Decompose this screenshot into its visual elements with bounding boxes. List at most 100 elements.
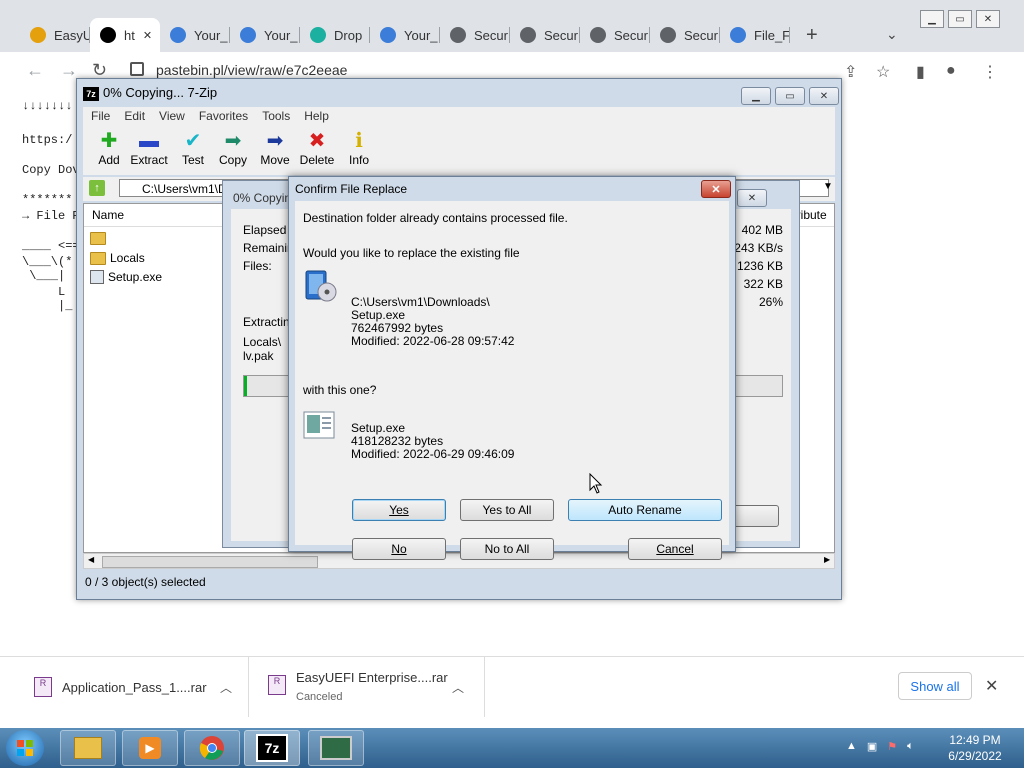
share-icon[interactable]: ⇪	[844, 62, 857, 82]
tab-9[interactable]: Secur	[650, 18, 720, 52]
dropdown-arrow-icon[interactable]: ▼	[823, 181, 833, 192]
system-tray: ▲ ▣ ⚑ 🔈︎	[846, 740, 914, 753]
existing-file-size: 762467992 bytes	[351, 321, 444, 335]
download-item[interactable]: R Application_Pass_1....rar ︿	[0, 657, 249, 717]
menu-file[interactable]: File	[91, 109, 110, 123]
tab-6[interactable]: Secur	[440, 18, 510, 52]
tab-5[interactable]: Your_	[370, 18, 440, 52]
tab-close-icon[interactable]: ✕	[143, 29, 152, 42]
tab-3[interactable]: Your_	[230, 18, 300, 52]
close-icon[interactable]: ✕	[976, 10, 1000, 28]
clock[interactable]: 12:49 PM 6/29/2022	[940, 732, 1010, 764]
minimize-icon[interactable]: ▁	[741, 87, 771, 105]
scroll-left-icon[interactable]: ◀	[88, 555, 94, 564]
tab-favicon-icon	[520, 27, 536, 43]
download-item[interactable]: R EasyUEFI Enterprise....rar Canceled ︿	[248, 657, 485, 717]
tab-10[interactable]: File_F	[720, 18, 790, 52]
tab-favicon-icon	[730, 27, 746, 43]
tray-expand-icon[interactable]: ▲	[846, 740, 857, 753]
side-panel-icon[interactable]: ▮	[916, 62, 925, 82]
chevron-up-icon[interactable]: ︿	[452, 679, 464, 696]
taskbar-explorer[interactable]	[60, 730, 116, 766]
volume-icon[interactable]: 🔈︎	[907, 740, 914, 753]
scroll-right-icon[interactable]: ▶	[824, 555, 830, 564]
menu-help[interactable]: Help	[304, 109, 329, 123]
yes-to-all-button[interactable]: Yes to All	[460, 499, 554, 521]
list-item[interactable]	[90, 232, 110, 245]
taskbar-media-player[interactable]: ▶	[122, 730, 178, 766]
auto-rename-button[interactable]: Auto Rename	[568, 499, 722, 521]
horizontal-scrollbar[interactable]: ◀ ▶	[83, 553, 835, 569]
close-icon[interactable]: ✕	[737, 189, 767, 207]
chevron-up-icon[interactable]: ︿	[220, 679, 232, 696]
show-all-button[interactable]: Show all	[898, 672, 972, 700]
yes-button[interactable]: Yes	[352, 499, 446, 521]
action-center-icon[interactable]: ⚑	[887, 740, 897, 753]
rar-file-icon: R	[268, 675, 286, 695]
existing-file-path: C:\Users\vm1\Downloads\	[351, 295, 490, 309]
close-icon[interactable]: ✕	[701, 180, 731, 198]
tab-8[interactable]: Secur	[580, 18, 650, 52]
tool-label: Test	[181, 153, 204, 167]
start-button[interactable]	[6, 730, 44, 766]
delete-icon: ✖	[308, 130, 326, 152]
tool-info-button[interactable]: ℹ Info	[339, 129, 379, 167]
list-item[interactable]: Setup.exe	[90, 270, 162, 284]
close-icon[interactable]: ✕	[809, 87, 839, 105]
status-bar: 0 / 3 object(s) selected	[85, 575, 206, 589]
minimize-icon[interactable]: ▁	[920, 10, 944, 28]
tab-label: EasyU	[54, 27, 90, 43]
taskbar-app[interactable]	[308, 730, 364, 766]
tab-7[interactable]: Secur	[510, 18, 580, 52]
more-menu-icon[interactable]: ⋮	[982, 62, 998, 82]
info-icon: ℹ	[355, 130, 363, 152]
tab-4[interactable]: Drop	[300, 18, 370, 52]
maximize-icon[interactable]: ▭	[775, 87, 805, 105]
tab-2[interactable]: Your_	[160, 18, 230, 52]
page-text-line: ____ <==	[22, 239, 80, 253]
tab-0[interactable]: EasyU	[20, 18, 90, 52]
tab-label: Secur	[474, 27, 508, 43]
taskbar-7zip[interactable]: 7z	[244, 730, 300, 766]
menu-edit[interactable]: Edit	[124, 109, 145, 123]
scrollbar-thumb[interactable]	[102, 556, 318, 568]
progress-title: 0% Copyin	[233, 191, 292, 205]
maximize-icon[interactable]: ▭	[948, 10, 972, 28]
tab-search-chevron-icon[interactable]: ⌄	[886, 26, 898, 43]
tab-favicon-icon	[100, 27, 116, 43]
tab-favicon-icon	[240, 27, 256, 43]
bookmark-star-icon[interactable]: ☆	[876, 62, 890, 82]
tool-add-button[interactable]: ✚ Add	[89, 129, 129, 167]
folder-icon	[90, 232, 106, 245]
page-text-line: ↓↓↓↓↓↓↓	[22, 99, 73, 113]
menu-view[interactable]: View	[159, 109, 185, 123]
close-downloads-icon[interactable]: ✕	[985, 676, 998, 696]
menu-tools[interactable]: Tools	[262, 109, 290, 123]
new-tab-button[interactable]: +	[806, 24, 818, 47]
page-text-line: *******	[22, 193, 73, 207]
no-button[interactable]: No	[352, 538, 446, 560]
tool-test-button[interactable]: ✔ Test	[173, 129, 213, 167]
tool-delete-button[interactable]: ✖ Delete	[297, 129, 337, 167]
no-to-all-button[interactable]: No to All	[460, 538, 554, 560]
download-name: EasyUEFI Enterprise....rar	[296, 670, 448, 685]
column-header-name[interactable]: Name	[92, 208, 124, 222]
network-icon[interactable]: ▣	[867, 740, 877, 753]
back-arrow-icon[interactable]: ←	[26, 60, 44, 81]
tab-1[interactable]: ht ✕	[90, 18, 160, 52]
tool-copy-button[interactable]: ➡ Copy	[213, 129, 253, 167]
tool-extract-button[interactable]: ▬ Extract	[129, 129, 169, 167]
taskbar-chrome[interactable]	[184, 730, 240, 766]
tab-label: ht	[124, 27, 135, 43]
cancel-button[interactable]: Cancel	[628, 538, 722, 560]
tab-label: Your_	[264, 27, 298, 43]
tool-label: Move	[260, 153, 290, 167]
copy-icon: ➡	[224, 130, 242, 152]
menu-favorites[interactable]: Favorites	[199, 109, 248, 123]
list-item[interactable]: Locals	[90, 251, 145, 265]
profile-avatar-icon[interactable]: ●	[946, 62, 956, 80]
browser-window-controls: ▁ ▭ ✕	[916, 10, 1000, 28]
tab-favicon-icon	[30, 27, 46, 43]
up-folder-icon[interactable]: ↑	[89, 180, 105, 196]
tool-move-button[interactable]: ➡ Move	[255, 129, 295, 167]
